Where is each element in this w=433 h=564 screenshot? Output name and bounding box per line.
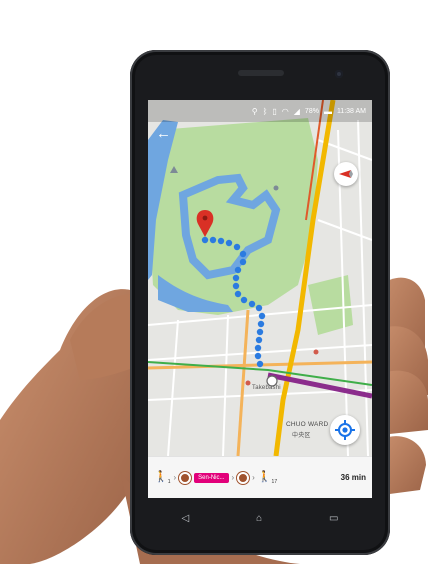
status-bar: ⚲ ᛒ ▯ ◠ ◢ 78% ▬ 11:38 AM [148,100,372,122]
system-nav-bar: ◁ ⌂ ▭ [148,506,372,530]
clock: 11:38 AM [336,107,366,115]
station-label: Takebashi [252,385,281,391]
back-arrow-icon[interactable]: ← [156,126,172,142]
front-camera [335,70,343,78]
compass-icon [339,170,353,178]
battery-icon: ▬ [323,106,332,116]
walk-step: 🚶1 [154,470,170,485]
district-label-jp: 中央区 [292,433,311,439]
transit-line-badge: Sen-Nic... [194,472,229,483]
district-label-en: CHUO WARD [286,421,329,428]
walk-minutes-2: 17 [271,479,278,486]
metro-icon [179,471,192,484]
location-icon: ⚲ [251,106,258,116]
bluetooth-icon: ᛒ [262,106,268,116]
battery-percent: 78% [304,107,319,115]
wifi-icon: ◠ [281,106,289,116]
chevron-right-icon: › [173,473,177,482]
signal-icon: ◢ [293,106,300,116]
earpiece-speaker [238,70,284,76]
walking-icon: 🚶 [257,470,272,483]
chevron-right-icon: › [252,473,255,482]
chevron-right-icon: › [231,473,235,482]
crosshair-icon [335,420,355,440]
walking-icon: 🚶 [154,470,168,483]
trip-duration: 36 min [340,473,366,482]
back-nav-icon[interactable]: ◁ [181,513,189,524]
phone-screen: ⚲ ᛒ ▯ ◠ ◢ 78% ▬ 11:38 AM ← Takebashi CHU… [148,100,372,498]
walk-minutes-1: 1 [167,479,171,486]
recents-nav-icon[interactable]: ▭ [329,513,338,524]
directions-summary-bar[interactable]: 🚶1 › Sen-Nic... › › 🚶17 36 min [148,456,372,498]
walk-step: 🚶17 [258,470,277,485]
map-view[interactable] [148,100,372,456]
metro-icon [237,471,250,484]
compass-button[interactable] [334,162,358,186]
home-nav-icon[interactable]: ⌂ [256,513,262,524]
vibrate-icon: ▯ [272,106,277,116]
my-location-button[interactable] [330,415,360,445]
